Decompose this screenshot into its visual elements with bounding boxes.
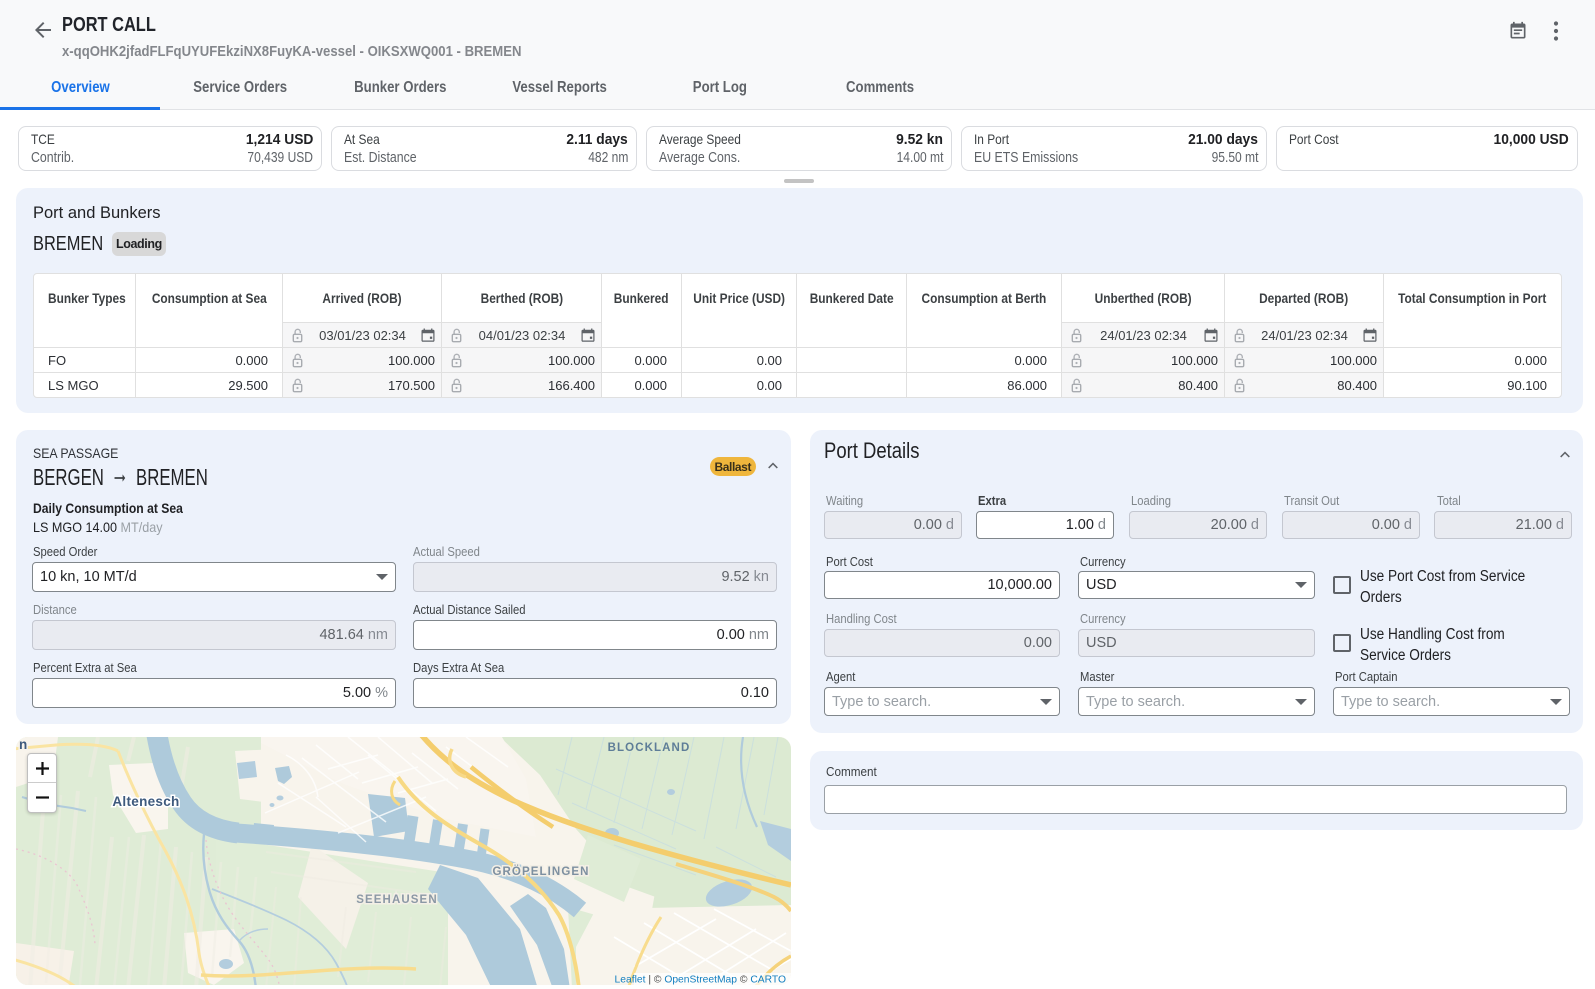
- svg-text:SEEHAUSEN: SEEHAUSEN: [356, 894, 437, 906]
- svg-text:Leaflet | © OpenStreetMap © CA: Leaflet | © OpenStreetMap © CARTO: [615, 975, 786, 986]
- svg-text:Altenesch: Altenesch: [112, 794, 179, 809]
- svg-text:BLOCKLAND: BLOCKLAND: [608, 742, 691, 754]
- svg-text:GRÖPELINGEN: GRÖPELINGEN: [492, 865, 589, 878]
- svg-text:n: n: [19, 737, 27, 752]
